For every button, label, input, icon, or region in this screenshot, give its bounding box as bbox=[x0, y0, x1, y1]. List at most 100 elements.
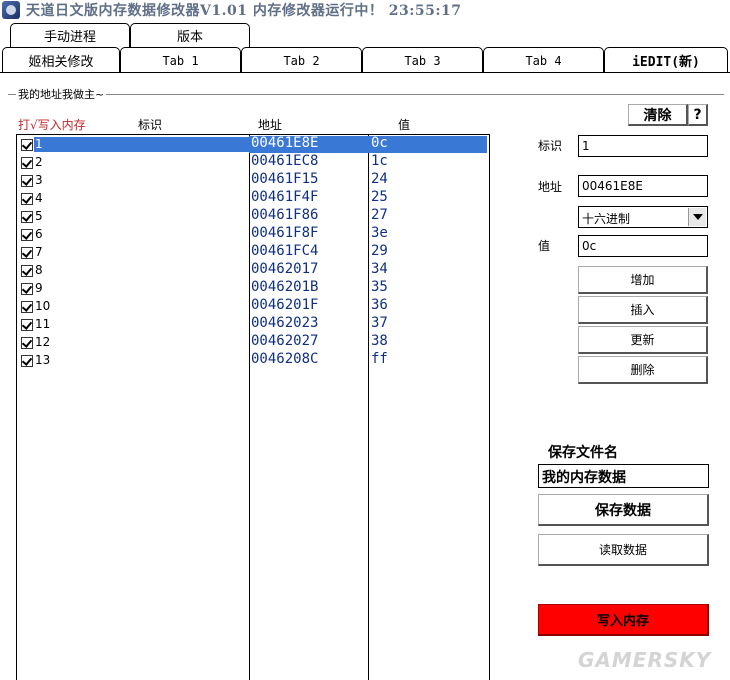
row-address: 00462017 bbox=[251, 261, 319, 277]
table-row[interactable]: 4 00461F4F 25 bbox=[17, 189, 489, 207]
tab-3[interactable]: Tab 3 bbox=[362, 47, 483, 73]
format-select[interactable]: 十六进制 bbox=[578, 206, 708, 228]
row-id: 1 bbox=[35, 137, 43, 151]
row-id: 4 bbox=[35, 191, 43, 205]
delete-button[interactable]: 删除 bbox=[578, 356, 708, 384]
table-row[interactable]: 11 00462023 37 bbox=[17, 315, 489, 333]
row-id: 11 bbox=[35, 317, 51, 331]
row-checkbox[interactable] bbox=[21, 265, 33, 277]
row-checkbox[interactable] bbox=[21, 139, 33, 151]
row-checkbox[interactable] bbox=[21, 283, 33, 295]
tab-1[interactable]: Tab 1 bbox=[120, 47, 241, 73]
row-id: 7 bbox=[35, 245, 43, 259]
row-value: 36 bbox=[371, 297, 388, 313]
write-memory-button[interactable]: 写入内存 bbox=[538, 604, 709, 636]
address-label: 地址 bbox=[538, 180, 563, 194]
row-address: 00461F8F bbox=[251, 225, 319, 241]
insert-button[interactable]: 插入 bbox=[578, 296, 708, 324]
row-value: ff bbox=[371, 351, 388, 367]
row-checkbox[interactable] bbox=[21, 193, 33, 205]
row-address: 00461F86 bbox=[251, 207, 319, 223]
row-value: 0c bbox=[371, 135, 388, 151]
group-caption: 我的地址我做主~ bbox=[16, 86, 107, 102]
row-id: 9 bbox=[35, 281, 43, 295]
value-field[interactable]: 0c bbox=[578, 235, 708, 257]
tab-hime-edit[interactable]: 姬相关修改 bbox=[2, 47, 120, 73]
tab-2[interactable]: Tab 2 bbox=[241, 47, 362, 73]
row-id: 13 bbox=[35, 353, 51, 367]
row-address: 00462023 bbox=[251, 315, 319, 331]
row-id: 6 bbox=[35, 227, 43, 241]
row-address: 00461FC4 bbox=[251, 243, 319, 259]
column-header-id: 标识 bbox=[138, 118, 163, 132]
row-address: 00461F4F bbox=[251, 189, 319, 205]
tab-iedit[interactable]: iEDIT(新) bbox=[604, 47, 728, 73]
id-field[interactable]: 1 bbox=[578, 135, 708, 157]
row-id: 2 bbox=[35, 155, 43, 169]
row-checkbox[interactable] bbox=[21, 337, 33, 349]
row-value: 35 bbox=[371, 279, 388, 295]
row-address: 00461F15 bbox=[251, 171, 319, 187]
row-id: 3 bbox=[35, 173, 43, 187]
row-checkbox[interactable] bbox=[21, 157, 33, 169]
clear-button[interactable]: 清除 bbox=[628, 104, 688, 126]
row-address: 0046208C bbox=[251, 351, 319, 367]
row-value: 34 bbox=[371, 261, 388, 277]
row-checkbox[interactable] bbox=[21, 175, 33, 187]
tab-manual-process[interactable]: 手动进程 bbox=[10, 23, 130, 47]
selection-highlight bbox=[34, 137, 254, 152]
tab-row-bottom: 姬相关修改 Tab 1 Tab 2 Tab 3 Tab 4 iEDIT(新) bbox=[0, 47, 730, 73]
table-row[interactable]: 5 00461F86 27 bbox=[17, 207, 489, 225]
column-header-write: 打√写入内存 bbox=[18, 118, 86, 132]
row-checkbox[interactable] bbox=[21, 319, 33, 331]
table-row[interactable]: 6 00461F8F 3e bbox=[17, 225, 489, 243]
id-label: 标识 bbox=[538, 139, 563, 153]
row-checkbox[interactable] bbox=[21, 247, 33, 259]
row-id: 5 bbox=[35, 209, 43, 223]
table-row[interactable]: 7 00461FC4 29 bbox=[17, 243, 489, 261]
help-button[interactable]: ? bbox=[688, 104, 708, 126]
row-checkbox[interactable] bbox=[21, 211, 33, 223]
save-filename-label: 保存文件名 bbox=[548, 445, 618, 461]
row-id: 8 bbox=[35, 263, 43, 277]
table-row[interactable]: 2 00461EC8 1c bbox=[17, 153, 489, 171]
table-row[interactable]: 12 00462027 38 bbox=[17, 333, 489, 351]
row-checkbox[interactable] bbox=[21, 229, 33, 241]
address-field[interactable]: 00461E8E bbox=[578, 175, 708, 197]
table-row[interactable]: 8 00462017 34 bbox=[17, 261, 489, 279]
row-id: 10 bbox=[35, 299, 51, 313]
row-value: 1c bbox=[371, 153, 388, 169]
column-header-address: 地址 bbox=[258, 118, 283, 132]
row-value: 37 bbox=[371, 315, 388, 331]
watermark: GAMERSKY bbox=[578, 648, 712, 672]
value-label: 值 bbox=[538, 239, 551, 253]
chevron-down-icon[interactable] bbox=[688, 208, 706, 226]
format-select-value: 十六进制 bbox=[582, 212, 631, 226]
table-row[interactable]: 10 0046201F 36 bbox=[17, 297, 489, 315]
tab-4[interactable]: Tab 4 bbox=[483, 47, 604, 73]
row-value: 27 bbox=[371, 207, 388, 223]
load-data-button[interactable]: 读取数据 bbox=[538, 534, 709, 566]
update-button[interactable]: 更新 bbox=[578, 326, 708, 354]
row-id: 12 bbox=[35, 335, 51, 349]
table-row[interactable]: 3 00461F15 24 bbox=[17, 171, 489, 189]
row-checkbox[interactable] bbox=[21, 301, 33, 313]
tab-row-top: 手动进程 版本 bbox=[0, 23, 730, 47]
row-address: 0046201B bbox=[251, 279, 319, 295]
row-checkbox[interactable] bbox=[21, 355, 33, 367]
row-value: 24 bbox=[371, 171, 388, 187]
row-value: 3e bbox=[371, 225, 388, 241]
table-row[interactable]: 13 0046208C ff bbox=[17, 351, 489, 369]
row-address: 00462027 bbox=[251, 333, 319, 349]
table-row[interactable]: 9 0046201B 35 bbox=[17, 279, 489, 297]
memory-address-list[interactable]: 1 00461E8E 0c 2 00461EC8 1c 3 00461F15 24 4 00461F… bbox=[16, 134, 490, 680]
tab-version[interactable]: 版本 bbox=[130, 23, 250, 47]
save-filename-field[interactable]: 我的内存数据 bbox=[538, 464, 709, 488]
column-header-value: 值 bbox=[398, 118, 411, 132]
app-icon bbox=[2, 1, 20, 19]
title-bar: 天道日文版内存数据修改器V1.01 内存修改器运行中！ 23:55:17 bbox=[0, 0, 730, 20]
row-value: 25 bbox=[371, 189, 388, 205]
save-data-button[interactable]: 保存数据 bbox=[538, 494, 709, 526]
add-button[interactable]: 增加 bbox=[578, 266, 708, 294]
table-row[interactable]: 1 00461E8E 0c bbox=[17, 135, 489, 153]
